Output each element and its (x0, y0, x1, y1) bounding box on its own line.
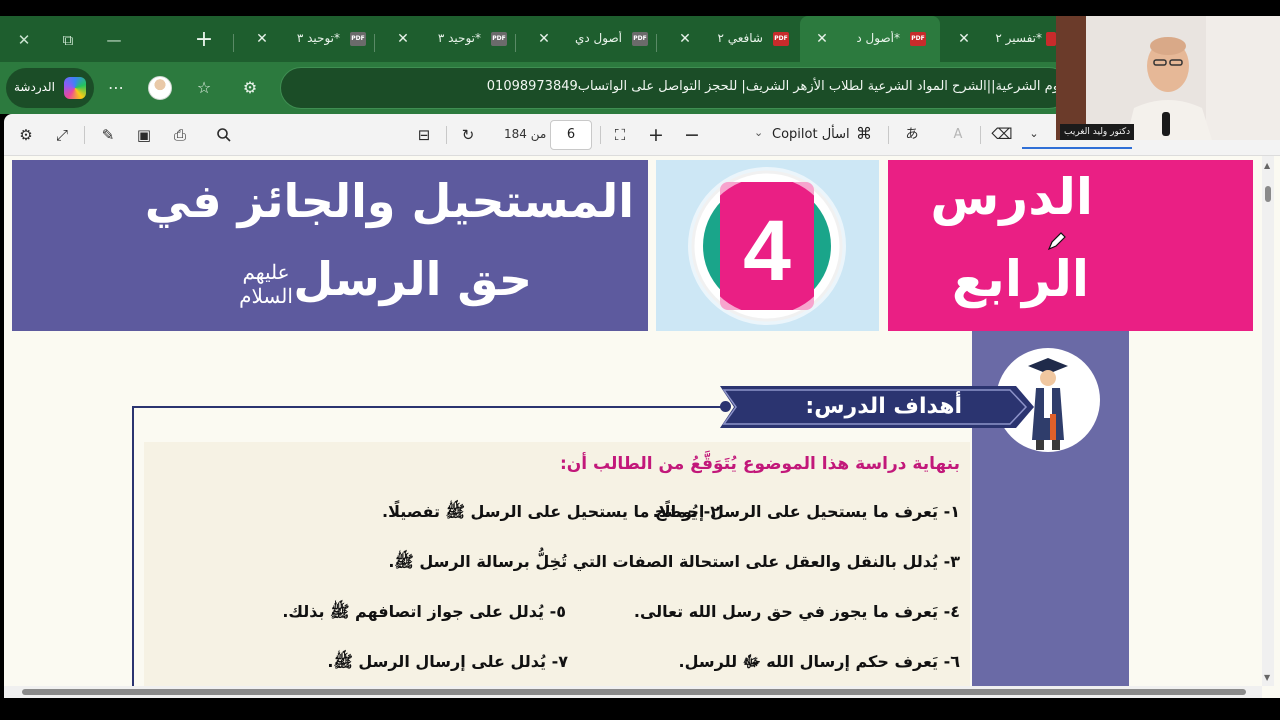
copilot-icon: ⌘ (856, 124, 872, 143)
screen: ✕ ⧉ — + ✕ *توحيد ٣ PDF ✕ *توحيد ٣ PDF ✕ … (0, 0, 1280, 720)
tab-divider (374, 34, 375, 52)
tab-item[interactable]: ✕ *تفسير ٢ (942, 22, 1056, 56)
fit-page-icon[interactable]: ⛶ (608, 123, 632, 147)
chevron-down-icon[interactable]: ⌄ (1022, 122, 1046, 146)
extensions-icon[interactable]: ⚙ (238, 76, 262, 100)
tab-close-icon[interactable]: ✕ (814, 31, 830, 47)
tab-item-active[interactable]: ✕ *أصول د PDF (800, 16, 940, 62)
scroll-up-icon[interactable]: ▲ (1264, 162, 1272, 170)
address-bar[interactable]: وم الشرعية||الشرح المواد الشرعية لطلاب ا… (280, 67, 1070, 109)
more-options-icon[interactable]: ⋯ (104, 76, 128, 100)
close-icon[interactable]: ✕ (12, 28, 36, 52)
toolbar-divider (446, 126, 447, 144)
print-icon[interactable]: ⎙ (168, 123, 192, 147)
toolbar-divider (980, 126, 981, 144)
tab-label: *أصول د (856, 31, 900, 45)
save-icon[interactable]: ▣ (132, 123, 156, 147)
tab-item[interactable]: ✕ *توحيد ٣ PDF (381, 22, 521, 56)
lesson-label-box: الدرس الرابع (888, 160, 1253, 331)
pen-cursor-icon (1047, 232, 1066, 251)
pdf-icon (1046, 32, 1056, 46)
objectives-frame-left (132, 406, 134, 698)
pdf-icon: PDF (350, 32, 366, 46)
objective-item: ٦- يَعرف حكم إرسال الله ﷻ للرسل. (678, 652, 960, 671)
rotate-icon[interactable]: ↻ (456, 123, 480, 147)
horizontal-scrollbar[interactable] (4, 686, 1262, 698)
objectives-intro: بنهاية دراسة هذا الموضوع يُتَوَقَّعُ من … (559, 454, 960, 474)
pdf-icon: PDF (632, 32, 648, 46)
presenter-video (1056, 16, 1280, 140)
tab-item[interactable]: ✕ شافعي ٢ PDF (663, 22, 803, 56)
tab-item[interactable]: ✕ أصول دي PDF (522, 22, 662, 56)
tab-divider (515, 34, 516, 52)
tab-item[interactable]: ✕ *توحيد ٣ PDF (240, 22, 380, 56)
lesson-label-line2: الرابع (951, 250, 1089, 308)
objectives-frame-top (132, 406, 726, 408)
vertical-scrollbar[interactable]: ▲ ▼ (1262, 156, 1274, 686)
lesson-title-line1: المستحيل والجائز في (144, 174, 634, 228)
tab-label: *تفسير ٢ (995, 31, 1042, 45)
objective-item: ٥- يُدلل على جواز اتصافهم ﷺ بذلك. (282, 602, 566, 621)
annotate-icon[interactable]: ✎ (96, 123, 120, 147)
pdf-icon: PDF (910, 32, 926, 46)
lesson-title-line2: حق الرسل (293, 252, 532, 306)
read-aloud-icon[interactable]: あ (900, 123, 924, 147)
tab-close-icon[interactable]: ✕ (536, 31, 552, 47)
lesson-label-line1: الدرس (930, 168, 1093, 226)
toolbar-divider (600, 126, 601, 144)
page-count: من 184 (504, 127, 547, 141)
settings-icon[interactable]: ⚙ (14, 123, 38, 147)
eraser-icon[interactable]: ⌫ (990, 122, 1014, 146)
lesson-number: 4 (743, 203, 791, 299)
pdf-page[interactable]: المستحيل والجائز في حق الرسل عليهم السلا… (4, 156, 1280, 698)
scroll-thumb[interactable] (22, 689, 1246, 695)
ask-copilot-button[interactable]: ⌄ اسأل Copilot ⌘ (752, 123, 882, 147)
tab-label: *توحيد ٣ (296, 31, 340, 45)
chat-label: الدردشة (14, 80, 55, 94)
avatar[interactable] (148, 76, 172, 100)
pdf-icon: PDF (491, 32, 507, 46)
zoom-in-icon[interactable]: + (644, 123, 668, 147)
tab-divider (233, 34, 234, 52)
toolbar-divider (888, 126, 889, 144)
lesson-number-badge: 4 (656, 160, 879, 331)
objective-item: ٣- يُدلل بالنقل والعقل على استحالة الصفا… (388, 552, 960, 571)
tab-divider (656, 34, 657, 52)
pdf-icon: PDF (773, 32, 789, 46)
presenter-name-caption: دكتور وليد الغريب (1060, 124, 1135, 140)
restore-icon[interactable]: ⧉ (56, 28, 80, 52)
tab-label: شافعي ٢ (717, 31, 763, 45)
toolbar-divider (84, 126, 85, 144)
copilot-icon (64, 77, 86, 99)
chevron-down-icon: ⌄ (754, 126, 764, 139)
tab-label: أصول دي (575, 31, 622, 45)
objectives-title: أهداف الدرس: (805, 394, 962, 419)
search-icon[interactable] (212, 123, 236, 147)
objective-item: ٢- يُوضح ما يستحيل على الرسل ﷺ تفصيلًا. (382, 502, 720, 521)
text-icon[interactable]: A (946, 123, 970, 147)
address-text: وم الشرعية||الشرح المواد الشرعية لطلاب ا… (486, 79, 1059, 94)
expand-icon[interactable]: ⤢ (50, 123, 74, 147)
salutation-calligraphy: عليهم السلام (239, 260, 293, 308)
tab-close-icon[interactable]: ✕ (677, 31, 693, 47)
favorites-icon[interactable]: ☆ (192, 76, 216, 100)
badge-graphic: 4 (688, 167, 846, 325)
scroll-down-icon[interactable]: ▼ (1264, 674, 1272, 682)
objective-item: ٧- يُدلل على إرسال الرسل ﷺ. (327, 652, 568, 671)
tab-close-icon[interactable]: ✕ (254, 31, 270, 47)
objective-item: ٤- يَعرف ما يجوز في حق رسل الله تعالى. (633, 602, 960, 621)
ask-copilot-label: اسأل Copilot (772, 127, 850, 142)
page-number-input[interactable]: 6 (550, 120, 592, 150)
chat-button[interactable]: الدردشة (6, 68, 94, 108)
tab-label: *توحيد ٣ (437, 31, 481, 45)
page-view-icon[interactable]: ⊟ (412, 123, 436, 147)
scroll-thumb[interactable] (1265, 186, 1271, 202)
zoom-out-icon[interactable]: − (680, 123, 704, 147)
plus-icon[interactable]: + (192, 28, 216, 52)
lesson-title-band: المستحيل والجائز في حق الرسل عليهم السلا… (12, 160, 648, 331)
webcam-overlay (1056, 16, 1280, 140)
minimize-icon[interactable]: — (102, 28, 126, 52)
tab-close-icon[interactable]: ✕ (956, 31, 972, 47)
tab-close-icon[interactable]: ✕ (395, 31, 411, 47)
